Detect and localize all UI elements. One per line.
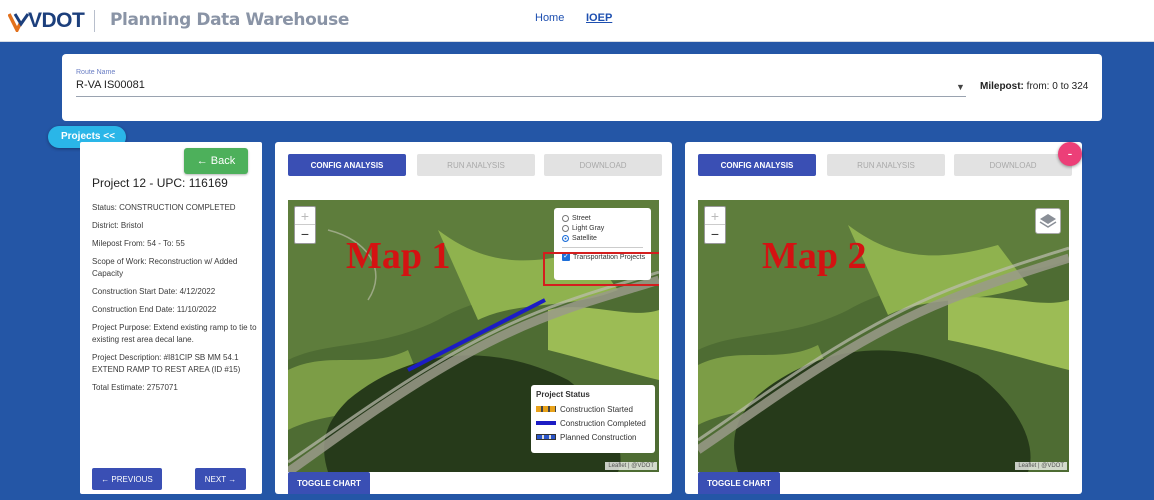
next-button[interactable]: NEXT → <box>195 468 246 490</box>
layers-glyph-icon <box>1039 214 1057 228</box>
radio-selected-icon <box>562 234 569 242</box>
project-status-legend: Project Status Construction Started Cons… <box>531 385 655 453</box>
basemap-street-label: Street <box>572 214 591 222</box>
map2-card: CONFIG ANALYSIS RUN ANALYSIS DOWNLOAD Ma… <box>685 142 1082 494</box>
map1-zoom-control: + − <box>294 206 316 244</box>
project-title: Project 12 - UPC: 116169 <box>92 176 228 190</box>
map2-download-button[interactable]: DOWNLOAD <box>954 154 1072 176</box>
zoom-out-button[interactable]: − <box>295 225 315 243</box>
map2-toggle-chart-button[interactable]: TOGGLE CHART <box>698 472 780 494</box>
legend-planned-label: Planned Construction <box>560 432 637 442</box>
chevron-down-icon[interactable]: ▼ <box>956 82 965 92</box>
detail-district: District: Bristol <box>92 221 144 230</box>
detail-end-date: Construction End Date: 11/10/2022 <box>92 305 217 314</box>
nav-ioep-link[interactable]: IOEP <box>586 12 612 24</box>
legend-item: Construction Started <box>536 402 655 416</box>
map1-toggle-chart-button[interactable]: TOGGLE CHART <box>288 472 370 494</box>
zoom-out-button[interactable]: − <box>705 225 725 243</box>
map2-run-analysis-button[interactable]: RUN ANALYSIS <box>827 154 945 176</box>
legend-item: Planned Construction <box>536 430 655 444</box>
basemap-satellite-label: Satellite <box>572 234 597 242</box>
milepost-label: Milepost: <box>980 81 1024 92</box>
started-swatch-icon <box>536 406 556 412</box>
detail-scope: Scope of Work: Reconstruction w/ Added C… <box>92 257 238 278</box>
planned-swatch-icon <box>536 434 556 440</box>
project-details-list: Status: CONSTRUCTION COMPLETED District:… <box>92 202 258 400</box>
map2-attribution[interactable]: Leaflet | @VDOT <box>1015 462 1067 470</box>
detail-start-date: Construction Start Date: 4/12/2022 <box>92 287 216 296</box>
route-select-underline <box>76 96 966 97</box>
detail-description: Project Description: #I81CIP SB MM 54.1 … <box>92 353 241 374</box>
milepost-range: Milepost: from: 0 to 324 <box>980 81 1088 92</box>
completed-swatch-icon <box>536 421 556 425</box>
minimize-fab-button[interactable]: - <box>1058 142 1082 166</box>
map2-zoom-control: + − <box>704 206 726 244</box>
legend-item: Construction Completed <box>536 416 655 430</box>
legend-title: Project Status <box>536 390 590 399</box>
legend-started-label: Construction Started <box>560 404 633 414</box>
nav-home-link[interactable]: Home <box>535 12 564 24</box>
zoom-in-button[interactable]: + <box>295 207 315 225</box>
milepost-value: from: 0 to 324 <box>1026 81 1089 92</box>
basemap-street-option[interactable]: Street <box>562 213 651 223</box>
legend-completed-label: Construction Completed <box>560 418 646 428</box>
layer-divider <box>562 247 643 248</box>
route-selector-card: Route Name R-VA IS00081 ▼ Milepost: from… <box>62 54 1102 121</box>
vdot-logo[interactable]: VDOT <box>8 9 85 33</box>
map1-attribution[interactable]: Leaflet | @VDOT <box>605 462 657 470</box>
previous-button[interactable]: ← PREVIOUS <box>92 468 162 490</box>
logo-mark-icon <box>8 13 30 32</box>
map2-config-analysis-button[interactable]: CONFIG ANALYSIS <box>698 154 816 176</box>
annotation-highlight-box <box>543 252 659 286</box>
map1-card: CONFIG ANALYSIS RUN ANALYSIS DOWNLOAD Ma… <box>275 142 672 494</box>
map1-config-analysis-button[interactable]: CONFIG ANALYSIS <box>288 154 406 176</box>
header-divider <box>94 10 95 32</box>
layers-icon[interactable] <box>1035 208 1061 234</box>
radio-icon <box>562 224 569 232</box>
top-bar: VDOT Planning Data Warehouse Home IOEP <box>0 0 1154 42</box>
map1-download-button[interactable]: DOWNLOAD <box>544 154 662 176</box>
radio-icon <box>562 214 569 222</box>
logo-text: VDOT <box>28 9 85 32</box>
detail-status: Status: CONSTRUCTION COMPLETED <box>92 203 236 212</box>
satellite-imagery <box>698 200 1069 472</box>
project-details-panel: ← Back Project 12 - UPC: 116169 Status: … <box>80 142 262 494</box>
detail-purpose: Project Purpose: Extend existing ramp to… <box>92 323 257 344</box>
detail-milepost: Milepost From: 54 - To: 55 <box>92 239 185 248</box>
detail-total-estimate: Total Estimate: 2757071 <box>92 383 178 392</box>
back-button[interactable]: ← Back <box>184 148 248 174</box>
zoom-in-button[interactable]: + <box>705 207 725 225</box>
map2-view[interactable]: Map 2 + − Leaflet | @VDOT <box>698 200 1069 472</box>
app-title: Planning Data Warehouse <box>110 10 349 30</box>
basemap-satellite-option[interactable]: Satellite <box>562 233 651 243</box>
map1-run-analysis-button[interactable]: RUN ANALYSIS <box>417 154 535 176</box>
basemap-lightgray-option[interactable]: Light Gray <box>562 223 651 233</box>
basemap-lightgray-label: Light Gray <box>572 224 605 232</box>
map1-label: Map 1 <box>346 235 451 277</box>
map1-view[interactable]: Map 1 + − Street Light Gray Satellite ✓ T… <box>288 200 659 472</box>
map2-label: Map 2 <box>762 235 867 277</box>
route-name-select[interactable]: R-VA IS00081 <box>76 79 145 91</box>
route-name-label: Route Name <box>76 69 116 76</box>
